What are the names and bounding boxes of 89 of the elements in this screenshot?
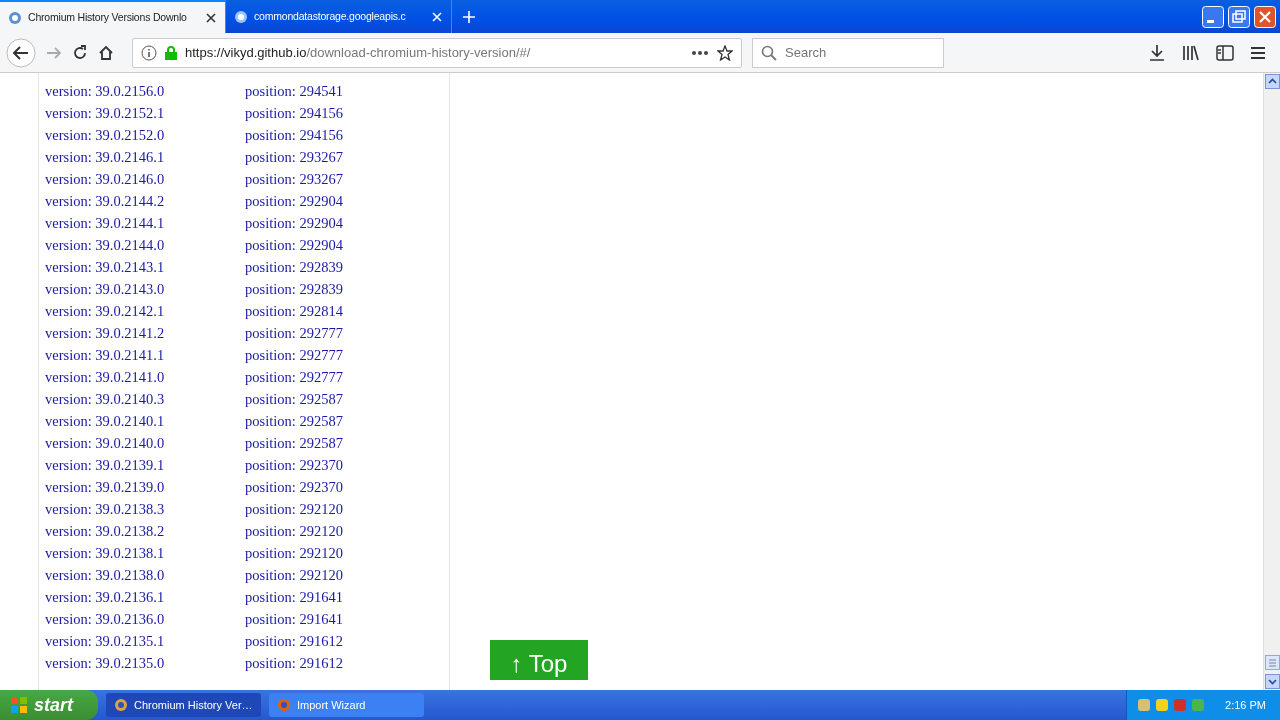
version-link[interactable]: version: 39.0.2141.0 <box>45 367 245 389</box>
close-icon[interactable] <box>205 11 217 24</box>
sidebar-icon[interactable] <box>1216 44 1234 61</box>
browser-icon <box>277 698 291 712</box>
position-link[interactable]: position: 292814 <box>245 301 343 323</box>
position-link[interactable]: position: 291641 <box>245 587 343 609</box>
position-link[interactable]: position: 292587 <box>245 433 343 455</box>
position-link[interactable]: position: 292587 <box>245 411 343 433</box>
version-link[interactable]: version: 39.0.2141.1 <box>45 345 245 367</box>
version-link[interactable]: version: 39.0.2135.0 <box>45 653 245 675</box>
version-link[interactable]: version: 39.0.2136.0 <box>45 609 245 631</box>
position-link[interactable]: position: 293267 <box>245 147 343 169</box>
scroll-down-icon[interactable] <box>1264 674 1280 689</box>
version-link[interactable]: version: 39.0.2136.1 <box>45 587 245 609</box>
taskbar-button[interactable]: Chromium History Ver… <box>106 693 261 717</box>
position-link[interactable]: position: 292120 <box>245 521 343 543</box>
position-link[interactable]: position: 291612 <box>245 631 343 653</box>
version-link[interactable]: version: 39.0.2156.0 <box>45 81 245 103</box>
clock-text: 2:16 PM <box>1225 697 1266 713</box>
version-link[interactable]: version: 39.0.2144.0 <box>45 235 245 257</box>
version-link[interactable]: version: 39.0.2141.2 <box>45 323 245 345</box>
globe-icon <box>234 9 248 24</box>
browser-tab[interactable]: Chromium History Versions Downlo <box>0 0 226 33</box>
download-icon[interactable] <box>1148 43 1166 62</box>
scroll-up-icon[interactable] <box>1264 74 1280 89</box>
info-icon <box>141 44 157 61</box>
version-link[interactable]: version: 39.0.2146.1 <box>45 147 245 169</box>
position-link[interactable]: position: 292777 <box>245 323 343 345</box>
position-link[interactable]: position: 292120 <box>245 543 343 565</box>
scroll-thumb-icon[interactable] <box>1264 655 1280 670</box>
position-link[interactable]: position: 292370 <box>245 477 343 499</box>
position-link[interactable]: position: 292839 <box>245 279 343 301</box>
windows-flag-icon <box>10 696 28 714</box>
position-link[interactable]: position: 292370 <box>245 455 343 477</box>
padlock-icon <box>165 45 177 60</box>
position-link[interactable]: position: 292777 <box>245 367 343 389</box>
version-link[interactable]: version: 39.0.2138.2 <box>45 521 245 543</box>
tab-title: commondatastorage.googleapis.c <box>254 8 407 24</box>
version-link[interactable]: version: 39.0.2138.3 <box>45 499 245 521</box>
position-link[interactable]: position: 292839 <box>245 257 343 279</box>
position-link[interactable]: position: 292904 <box>245 213 343 235</box>
version-link[interactable]: version: 39.0.2139.1 <box>45 455 245 477</box>
version-link[interactable]: version: 39.0.2140.3 <box>45 389 245 411</box>
position-link[interactable]: position: 292587 <box>245 389 343 411</box>
version-link[interactable]: version: 39.0.2152.1 <box>45 103 245 125</box>
position-link[interactable]: position: 292904 <box>245 191 343 213</box>
position-link[interactable]: position: 294156 <box>245 103 343 125</box>
position-link[interactable]: position: 291612 <box>245 653 343 675</box>
position-link[interactable]: position: 292120 <box>245 565 343 587</box>
version-link[interactable]: version: 39.0.2140.0 <box>45 433 245 455</box>
position-link[interactable]: position: 294156 <box>245 125 343 147</box>
position-link[interactable]: position: 294541 <box>245 81 343 103</box>
menu-icon[interactable] <box>1250 44 1266 61</box>
star-icon[interactable] <box>717 44 733 61</box>
version-link[interactable]: version: 39.0.2138.0 <box>45 565 245 587</box>
minimize-icon[interactable] <box>1202 5 1224 28</box>
version-link[interactable]: version: 39.0.2152.0 <box>45 125 245 147</box>
version-link[interactable]: version: 39.0.2144.2 <box>45 191 245 213</box>
start-button[interactable]: start <box>0 690 98 720</box>
url-text: https://vikyd.github.io/download-chromium-history-version/#/ <box>185 43 532 62</box>
search-icon <box>761 44 777 61</box>
app-icon <box>114 698 128 712</box>
position-link[interactable]: position: 291641 <box>245 609 343 631</box>
version-link[interactable]: version: 39.0.2146.0 <box>45 169 245 191</box>
restore-icon[interactable] <box>1228 5 1250 28</box>
library-icon[interactable] <box>1182 43 1200 62</box>
search-field[interactable]: Search <box>752 37 944 68</box>
home-icon[interactable] <box>98 44 114 61</box>
back-icon[interactable] <box>6 37 36 68</box>
version-link[interactable]: version: 39.0.2143.0 <box>45 279 245 301</box>
position-link[interactable]: position: 292904 <box>245 235 343 257</box>
position-link[interactable]: position: 293267 <box>245 169 343 191</box>
plus-icon[interactable] <box>462 9 476 24</box>
position-link[interactable]: position: 292120 <box>245 499 343 521</box>
version-link[interactable]: version: 39.0.2142.1 <box>45 301 245 323</box>
version-link[interactable]: version: 39.0.2140.1 <box>45 411 245 433</box>
reload-icon[interactable] <box>72 44 88 61</box>
address-bar[interactable]: https://vikyd.github.io/download-chromium-history-version/#/ <box>132 37 742 68</box>
version-link[interactable]: version: 39.0.2143.1 <box>45 257 245 279</box>
version-link[interactable]: version: 39.0.2144.1 <box>45 213 245 235</box>
scrollbar[interactable] <box>1263 73 1280 690</box>
version-link[interactable]: version: 39.0.2138.1 <box>45 543 245 565</box>
tab-title: Chromium History Versions Downlo <box>28 9 188 25</box>
position-link[interactable]: position: 292777 <box>245 345 343 367</box>
version-link[interactable]: version: 39.0.2135.1 <box>45 631 245 653</box>
globe-icon <box>8 10 22 25</box>
version-link[interactable]: version: 39.0.2139.0 <box>45 477 245 499</box>
more-icon[interactable] <box>691 49 709 56</box>
taskbar-button[interactable]: Import Wizard <box>269 693 424 717</box>
